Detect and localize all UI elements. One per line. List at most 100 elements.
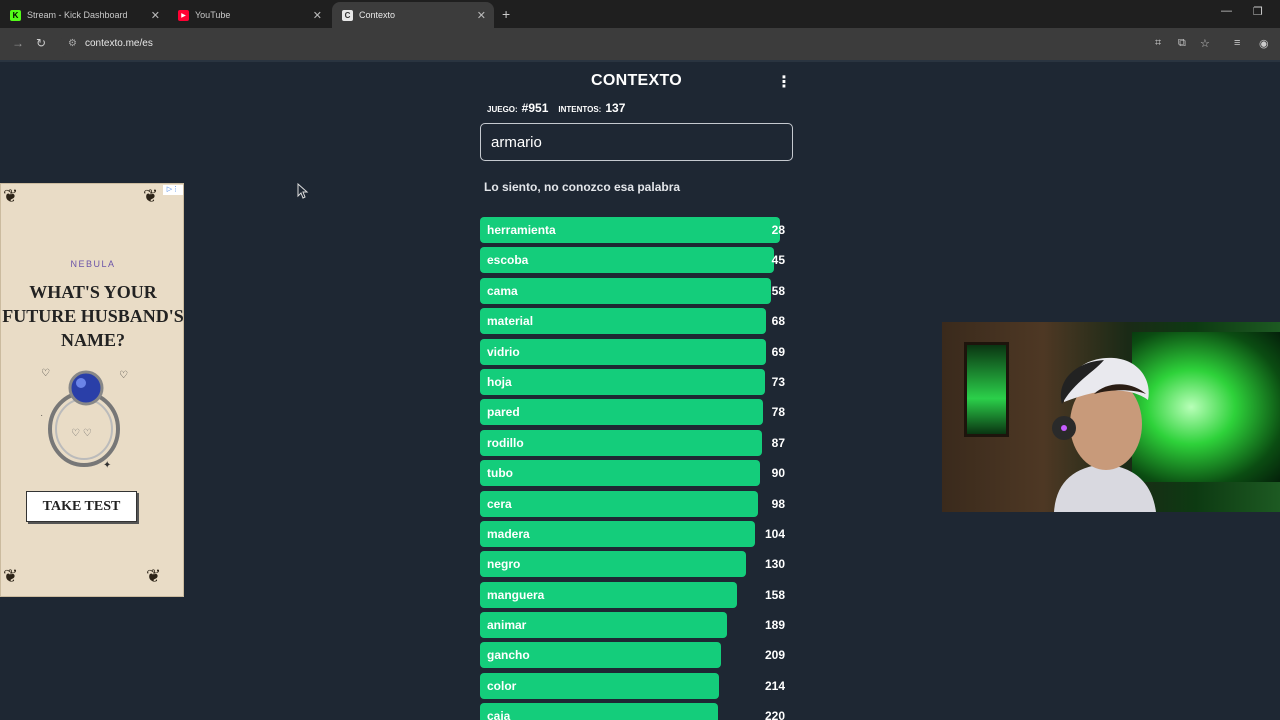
guess-rank: 68 — [771, 314, 785, 329]
guess-row: madera 104 — [480, 520, 793, 547]
guess-input[interactable] — [480, 123, 793, 161]
guess-row: gancho 209 — [480, 642, 793, 669]
maximize-icon[interactable]: ❐ — [1253, 5, 1263, 18]
reading-list-icon[interactable]: ≡ — [1234, 37, 1240, 49]
svg-text:♡ ♡: ♡ ♡ — [71, 428, 92, 439]
guess-rank: 28 — [771, 223, 785, 237]
guess-row: color 214 — [480, 672, 793, 699]
more-options-icon[interactable]: ⋮ — [776, 72, 792, 92]
guess-rank: 98 — [771, 496, 785, 511]
similarity-bar — [480, 490, 758, 517]
guess-word: cera — [487, 496, 512, 511]
ad-choices-icon[interactable]: ▷⋮ — [163, 185, 183, 195]
guess-word: cama — [487, 283, 518, 298]
svg-text:♡: ♡ — [41, 368, 50, 379]
guess-rank: 78 — [771, 405, 785, 420]
guess-rank: 69 — [771, 344, 785, 359]
svg-text:✦: ✦ — [41, 411, 43, 422]
url-text[interactable]: contexto.me/es — [85, 38, 153, 49]
guess-word: color — [487, 678, 517, 693]
guess-rank: 130 — [764, 557, 785, 572]
similarity-bar — [480, 338, 766, 365]
svg-text:♡: ♡ — [119, 370, 128, 381]
guess-rank: 87 — [771, 435, 785, 450]
advertisement[interactable]: ▷⋮ ❦ ❦ ❦ ❦ NEBULA WHAT'S YOUR FUTURE HUS… — [0, 183, 184, 597]
guess-word: tubo — [487, 466, 513, 481]
guess-row: material 68 — [480, 308, 793, 335]
tab-label: Contexto — [359, 10, 396, 20]
tab-kick-dashboard[interactable]: K Stream - Kick Dashboard ✕ — [0, 2, 168, 28]
guess-row: cera 98 — [480, 490, 793, 517]
guess-row: cama 58 — [480, 277, 793, 304]
close-icon[interactable]: ✕ — [151, 9, 160, 22]
guess-word: rodillo — [487, 435, 524, 450]
new-tab-button[interactable]: + — [502, 6, 510, 22]
take-test-button[interactable]: TAKE TEST — [26, 491, 137, 522]
profile-icon[interactable]: ◉ — [1259, 37, 1269, 50]
guess-word: caja — [487, 709, 511, 720]
install-app-icon[interactable]: ⧉ — [1178, 37, 1186, 50]
guess-word: pared — [487, 405, 520, 420]
close-icon[interactable]: ✕ — [313, 9, 322, 22]
browser-toolbar: → ↻ ⚙ contexto.me/es ⌗ ⧉ ☆ ≡ ◉ — [0, 28, 1280, 60]
svg-text:✦: ✦ — [103, 460, 111, 471]
page-title: CONTEXTO — [590, 72, 682, 89]
minimize-icon[interactable]: — — [1221, 5, 1232, 17]
translate-icon[interactable]: ⌗ — [1155, 37, 1161, 50]
ad-headline: WHAT'S YOUR FUTURE HUSBAND'S NAME? — [1, 280, 184, 352]
guess-word: madera — [487, 526, 530, 541]
webcam-overlay — [942, 322, 1280, 512]
tab-contexto[interactable]: C Contexto ✕ — [332, 2, 494, 28]
guess-rank: 45 — [771, 253, 785, 268]
ornament-icon: ❦ — [3, 566, 19, 586]
guess-rank: 209 — [764, 648, 785, 663]
game-number: #951 — [521, 101, 549, 115]
guess-row: hoja 73 — [480, 368, 793, 395]
similarity-bar — [480, 368, 765, 395]
site-info-icon[interactable]: ⚙ — [68, 38, 77, 49]
ring-illustration-icon: ♡ ♡ ✦ ✦ ♡ ♡ ✦ — [41, 368, 128, 471]
forward-icon[interactable]: → — [12, 36, 24, 50]
guess-word: animar — [487, 618, 527, 633]
guess-word: herramienta — [487, 223, 556, 237]
address-bar[interactable] — [60, 32, 1180, 56]
guess-rank: 189 — [764, 618, 785, 633]
tab-youtube[interactable]: ▶ YouTube ✕ — [168, 2, 330, 28]
similarity-bar — [480, 277, 771, 304]
tab-label: YouTube — [195, 10, 231, 20]
guess-rank: 220 — [764, 709, 785, 720]
guess-word: manguera — [487, 587, 545, 602]
guess-word: negro — [487, 557, 521, 572]
guess-row: vidrio 69 — [480, 338, 793, 365]
guess-word: escoba — [487, 253, 529, 268]
ad-headline-line: NAME? — [61, 330, 125, 350]
guess-row: animar 189 — [480, 612, 793, 639]
guess-row: tubo 90 — [480, 460, 793, 487]
streamer-avatar — [1052, 357, 1156, 512]
guess-rank: 214 — [764, 678, 785, 693]
reload-icon[interactable]: ↻ — [36, 36, 46, 50]
guess-row: caja 220 — [480, 703, 793, 720]
guess-word: material — [487, 314, 534, 329]
error-message: Lo siento, no conozco esa palabra — [484, 180, 681, 194]
game-stats: JUEGO: #951 INTENTOS: 137 — [487, 101, 635, 115]
tab-label: Stream - Kick Dashboard — [27, 10, 128, 20]
contexto-icon: C — [342, 9, 353, 21]
attempts-count: 137 — [605, 101, 626, 115]
close-icon[interactable]: ✕ — [477, 9, 486, 22]
guess-rank: 73 — [771, 374, 785, 389]
ad-headline-line: FUTURE HUSBAND'S — [2, 306, 184, 326]
bookmark-star-icon[interactable]: ☆ — [1200, 37, 1210, 50]
similarity-bar — [480, 703, 718, 720]
guess-row: negro 130 — [480, 551, 793, 578]
ornament-icon: ❦ — [146, 566, 162, 586]
guess-rank: 104 — [764, 526, 785, 541]
guess-row: pared 78 — [480, 399, 793, 426]
guess-row: escoba 45 — [480, 247, 793, 274]
attempts-label: INTENTOS: — [558, 105, 602, 114]
guess-word: gancho — [487, 648, 530, 663]
ornament-icon: ❦ — [3, 186, 19, 206]
guess-word: hoja — [487, 374, 512, 389]
ornament-icon: ❦ — [143, 186, 159, 206]
similarity-bar — [480, 399, 763, 426]
